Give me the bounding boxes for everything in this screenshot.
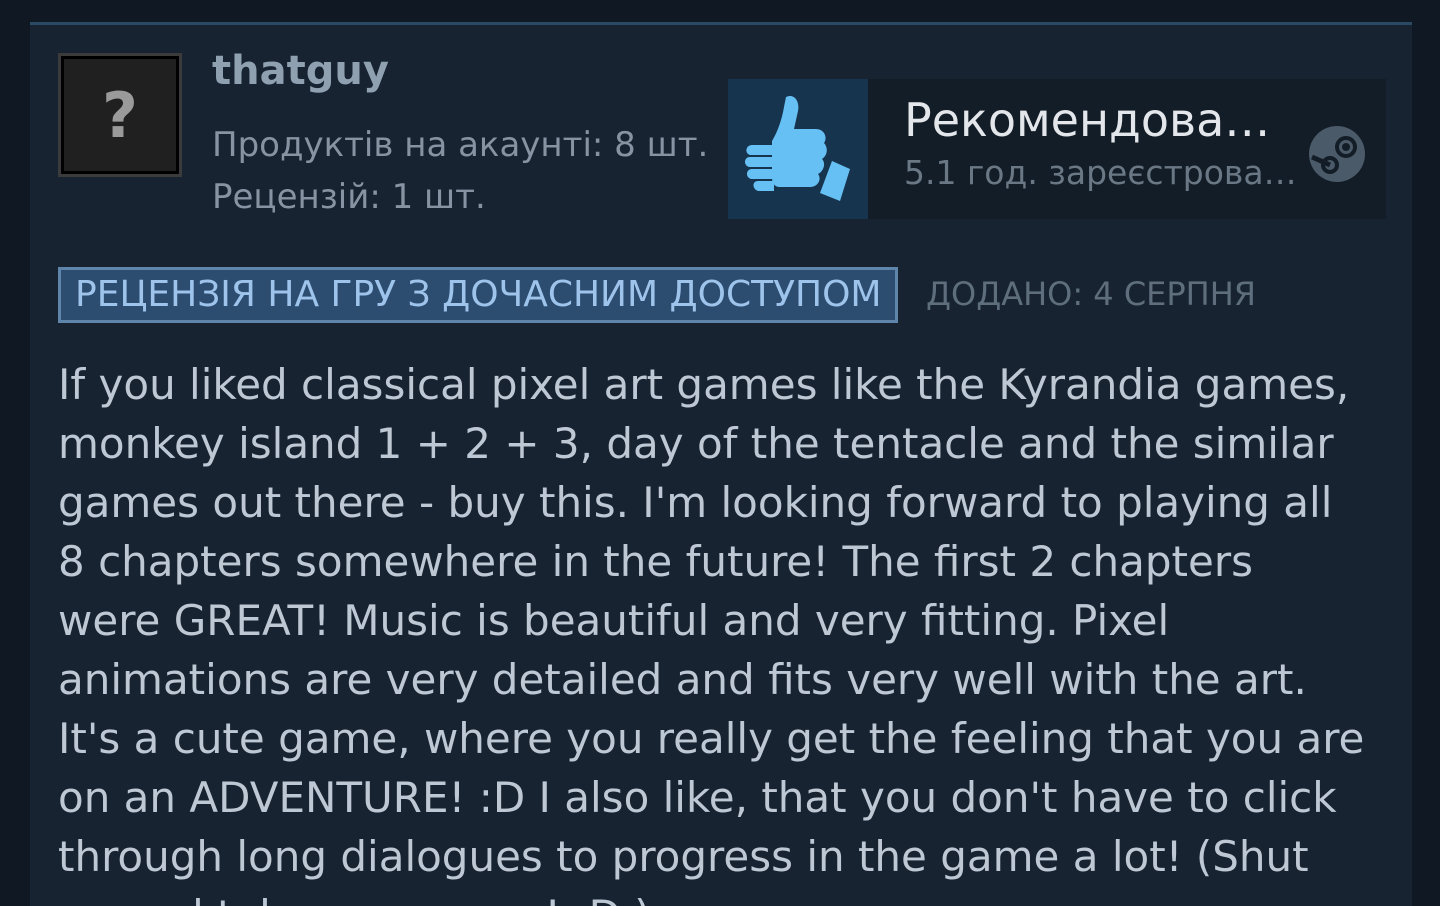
products-count[interactable]: Продуктів на акаунті: 8 шт. — [212, 126, 708, 164]
review-card: ? thatguy Продуктів на акаунті: 8 шт. Ре… — [30, 22, 1412, 906]
avatar[interactable]: ? — [58, 53, 182, 177]
thumbs-up-icon — [728, 79, 868, 219]
reviews-count[interactable]: Рецензій: 1 шт. — [212, 178, 486, 216]
reviewer-name[interactable]: thatguy — [212, 49, 389, 93]
verdict-box[interactable]: Рекомендова… 5.1 год. зареєстрова… — [728, 79, 1386, 219]
review-body: If you liked classical pixel art games l… — [58, 360, 1365, 906]
verdict-title: Рекомендова… — [904, 93, 1271, 147]
playtime-text: 5.1 год. зареєстрова… — [904, 153, 1297, 192]
avatar-placeholder: ? — [64, 59, 176, 171]
early-access-badge[interactable]: РЕЦЕНЗІЯ НА ГРУ З ДОЧАСНИМ ДОСТУПОМ — [58, 267, 899, 323]
steam-icon — [1306, 123, 1368, 185]
posted-date: ДОДАНО: 4 СЕРПНЯ — [926, 275, 1257, 313]
page: ? thatguy Продуктів на акаунті: 8 шт. Ре… — [0, 0, 1440, 906]
